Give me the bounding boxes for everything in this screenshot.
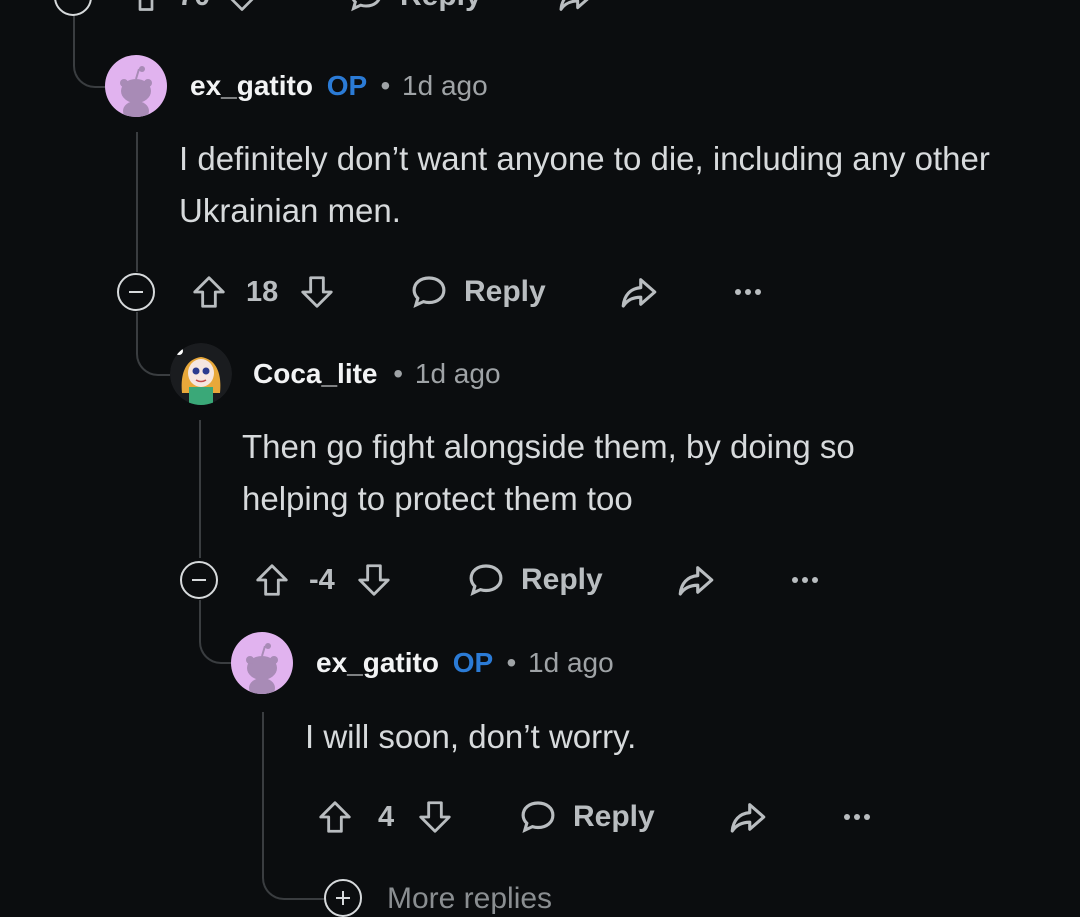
- meta-separator: •: [506, 647, 517, 678]
- vote-actions: 4: [316, 795, 454, 839]
- comment-body: Then go fight alongside them, by doing s…: [242, 428, 855, 517]
- share-button[interactable]: [618, 270, 660, 314]
- upvote-icon[interactable]: [190, 273, 228, 311]
- snoo-avatar-icon: [120, 66, 152, 117]
- comment-icon: [346, 0, 386, 16]
- share-icon: [675, 559, 717, 601]
- downvote-icon[interactable]: [224, 0, 260, 14]
- share-button[interactable]: [556, 0, 596, 18]
- downvote-icon[interactable]: [355, 561, 393, 599]
- ellipsis-icon: [842, 812, 872, 822]
- more-options-button[interactable]: [842, 795, 872, 839]
- reply-label: Reply: [400, 0, 482, 13]
- reply-button[interactable]: Reply: [346, 0, 482, 18]
- avatar[interactable]: [105, 55, 167, 117]
- author-name[interactable]: ex_gatito: [316, 647, 439, 678]
- reply-label: Reply: [464, 275, 546, 308]
- downvote-icon[interactable]: [298, 273, 336, 311]
- plus-icon: [336, 891, 350, 905]
- meta-separator: •: [393, 358, 404, 389]
- collapse-button[interactable]: [180, 561, 218, 599]
- comment-time: 1d ago: [402, 70, 488, 101]
- more-options-button[interactable]: [668, 0, 698, 18]
- collapse-button[interactable]: [117, 273, 155, 311]
- thread-line: [262, 712, 264, 862]
- ellipsis-icon: [668, 0, 698, 1]
- more-options-button[interactable]: [733, 270, 763, 314]
- downvote-icon[interactable]: [416, 798, 454, 836]
- comment-icon: [517, 796, 559, 838]
- vote-count: 70: [178, 0, 210, 13]
- cartoon-girl-avatar-icon: [170, 343, 232, 405]
- vote-actions: 70: [128, 0, 260, 18]
- comment-icon: [465, 559, 507, 601]
- share-button[interactable]: [727, 795, 769, 839]
- upvote-icon[interactable]: [253, 561, 291, 599]
- thread-connector: [199, 618, 235, 664]
- ellipsis-icon: [790, 575, 820, 585]
- share-button[interactable]: [675, 558, 717, 602]
- comment-icon: [408, 271, 450, 313]
- vote-count: -4: [309, 563, 335, 596]
- thread-connector: [73, 30, 109, 88]
- vote-count: 4: [378, 800, 395, 833]
- meta-separator: •: [380, 70, 391, 101]
- thread-line: [199, 420, 201, 558]
- snoo-avatar-icon: [246, 643, 278, 694]
- reply-button[interactable]: Reply: [408, 270, 546, 314]
- thread-connector: [262, 850, 326, 900]
- avatar[interactable]: [170, 343, 232, 405]
- more-options-button[interactable]: [790, 558, 820, 602]
- share-icon: [618, 271, 660, 313]
- reply-label: Reply: [521, 563, 603, 596]
- collapse-button[interactable]: [54, 0, 92, 16]
- ellipsis-icon: [733, 287, 763, 297]
- expand-button[interactable]: [324, 879, 362, 917]
- op-badge: OP: [452, 647, 493, 678]
- reply-label: Reply: [573, 800, 655, 833]
- vote-count: 18: [246, 275, 279, 308]
- thread-line: [136, 132, 138, 272]
- comment-time: 1d ago: [414, 358, 501, 389]
- avatar[interactable]: [231, 632, 293, 694]
- thread-connector: [136, 330, 172, 376]
- comment-body: I will soon, don’t worry.: [305, 718, 637, 755]
- author-name[interactable]: ex_gatito: [190, 70, 313, 101]
- vote-actions: -4: [253, 558, 393, 602]
- share-icon: [556, 0, 596, 16]
- author-name[interactable]: Coca_lite: [253, 358, 378, 389]
- upvote-icon[interactable]: [128, 0, 164, 14]
- share-icon: [727, 796, 769, 838]
- reply-button[interactable]: Reply: [465, 558, 603, 602]
- comment-author[interactable]: ex_gatito OP • 1d ago: [316, 647, 614, 679]
- comment-author[interactable]: ex_gatito OP • 1d ago: [190, 70, 488, 102]
- comment-author[interactable]: Coca_lite • 1d ago: [253, 358, 501, 390]
- comment-time: 1d ago: [528, 647, 614, 678]
- upvote-icon[interactable]: [316, 798, 354, 836]
- op-badge: OP: [326, 70, 367, 101]
- comment-body: I definitely don’t want anyone to die, i…: [179, 140, 990, 229]
- reply-button[interactable]: Reply: [517, 795, 655, 839]
- vote-actions: 18: [190, 270, 336, 314]
